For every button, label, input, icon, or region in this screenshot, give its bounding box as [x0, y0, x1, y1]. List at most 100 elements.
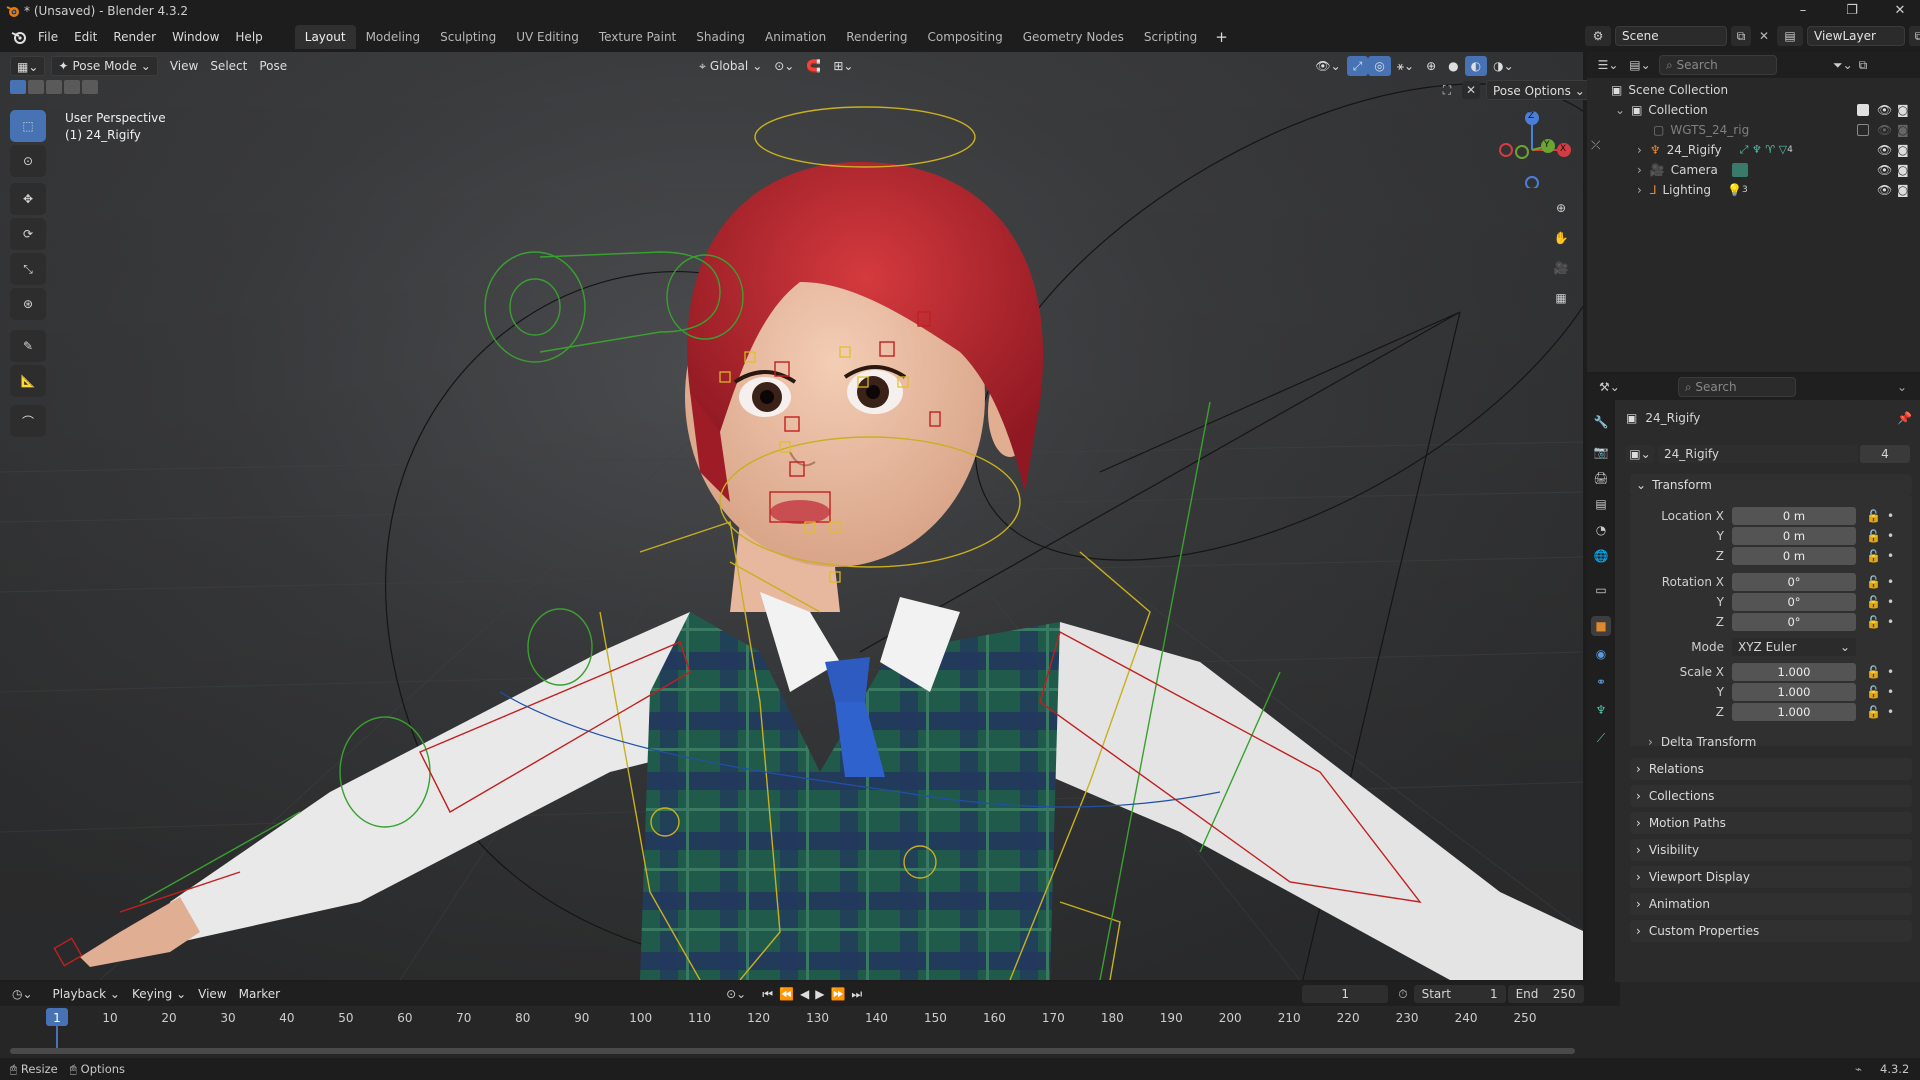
lock-icon[interactable]: 🔓	[1866, 705, 1881, 719]
outliner-sync-icon[interactable]: ⤫	[1591, 138, 1601, 153]
jump-end-icon[interactable]: ⏭	[851, 987, 862, 1002]
menu-file[interactable]: File	[30, 26, 66, 48]
rotation-z-field[interactable]: 0°	[1732, 613, 1856, 631]
zoom-icon[interactable]: ⊕	[1548, 195, 1574, 221]
chevron-down-icon[interactable]: ⌄	[1615, 103, 1625, 117]
lock-icon[interactable]: 🔓	[1866, 615, 1881, 629]
menu-pose[interactable]: Pose	[253, 56, 293, 76]
location-x-field[interactable]: 0 m	[1732, 507, 1856, 525]
keyframe-dot-icon[interactable]: •	[1887, 549, 1894, 563]
tool-tab-icon[interactable]: 🔧	[1591, 412, 1611, 432]
transform-orientation-selector[interactable]: ⌖ Global ⌄	[693, 56, 768, 76]
xray-icon[interactable]: ⚹⌄	[1391, 56, 1420, 76]
menu-timeline-view[interactable]: View	[192, 984, 232, 1004]
transform-panel-header[interactable]: ⌄ Transform	[1630, 474, 1912, 496]
render-tab-icon[interactable]: 📷	[1591, 442, 1611, 462]
mode-selector[interactable]: ✦ Pose Mode ⌄	[51, 56, 158, 76]
physics-tab-icon[interactable]: ◉	[1591, 644, 1611, 664]
add-workspace-icon[interactable]: +	[1207, 26, 1236, 48]
keyframe-dot-icon[interactable]: •	[1887, 685, 1894, 699]
navigation-gizmo[interactable]: Z X Y	[1492, 108, 1572, 190]
keyframe-dot-icon[interactable]: •	[1887, 615, 1894, 629]
camera-render-icon[interactable]: ◙	[1897, 183, 1909, 197]
snap-icon[interactable]: 🧲	[800, 56, 827, 76]
menu-view[interactable]: View	[164, 56, 204, 76]
new-scene-icon[interactable]: ⧉	[1731, 26, 1751, 46]
keyframe-dot-icon[interactable]: •	[1887, 665, 1894, 679]
scene-tab-icon[interactable]: ◔	[1591, 520, 1611, 540]
menu-select[interactable]: Select	[204, 56, 253, 76]
timeline-scrollbar[interactable]	[10, 1048, 1575, 1054]
new-collection-icon[interactable]: ⧉	[1859, 58, 1868, 73]
select-extend-icon[interactable]	[28, 80, 44, 94]
camera-render-icon[interactable]: ◙	[1897, 163, 1909, 177]
maximize-icon[interactable]: ❐	[1842, 2, 1862, 20]
display-mode-icon[interactable]: ▤⌄	[1627, 58, 1653, 72]
eye-icon[interactable]: 👁	[1877, 163, 1892, 177]
tab-compositing[interactable]: Compositing	[917, 25, 1012, 49]
outliner-search-input[interactable]: ⌕ Search	[1659, 55, 1777, 75]
outliner-item-lighting[interactable]: › ⅃ Lighting 💡 3 👁 ◙	[1587, 180, 1920, 200]
exclude-checkbox[interactable]	[1857, 104, 1869, 116]
pose-options-button[interactable]: Pose Options ⌄	[1486, 80, 1592, 100]
view-layer-tab-icon[interactable]: ▤	[1591, 494, 1611, 514]
outliner-item-scene-collection[interactable]: ▣ Scene Collection	[1587, 80, 1920, 100]
armature-data-tab-icon[interactable]: ♆	[1591, 700, 1611, 720]
tab-sculpting[interactable]: Sculpting	[430, 25, 506, 49]
filter-icon[interactable]: ⏷⌄	[1833, 58, 1853, 73]
location-y-field[interactable]: 0 m	[1732, 527, 1856, 545]
tab-shading[interactable]: Shading	[686, 25, 755, 49]
lock-icon[interactable]: 🔓	[1866, 665, 1881, 679]
shading-solid-icon[interactable]: ●	[1442, 56, 1464, 76]
cursor-tool-icon[interactable]: ⊙	[10, 145, 46, 177]
menu-playback[interactable]: Playback ⌄	[47, 984, 126, 1004]
chevron-right-icon[interactable]: ›	[1637, 163, 1642, 177]
output-tab-icon[interactable]: 🖨	[1591, 468, 1611, 488]
tab-layout[interactable]: Layout	[294, 25, 356, 49]
outliner-editor-icon[interactable]: ☰⌄	[1595, 58, 1621, 72]
menu-keying[interactable]: Keying ⌄	[126, 984, 192, 1004]
menu-help[interactable]: Help	[227, 26, 270, 48]
close-icon[interactable]: ✕	[1462, 81, 1480, 99]
user-count[interactable]: 4	[1860, 445, 1910, 463]
view-layer-selector[interactable]: ViewLayer	[1807, 26, 1905, 46]
tab-scripting[interactable]: Scripting	[1134, 25, 1207, 49]
select-mode-icons[interactable]	[10, 80, 102, 96]
rotation-mode-select[interactable]: XYZ Euler ⌄	[1732, 638, 1856, 656]
scene-selector[interactable]: Scene	[1615, 26, 1727, 46]
exclude-checkbox[interactable]	[1857, 124, 1869, 136]
visibility-icon[interactable]: 👁⌄	[1309, 56, 1346, 76]
rotation-y-field[interactable]: 0°	[1732, 593, 1856, 611]
blender-menu-icon[interactable]	[8, 26, 30, 48]
panel-relations[interactable]: › Relations	[1630, 758, 1912, 780]
outliner-item-collection[interactable]: ⌄ ▣ Collection 👁 ◙	[1587, 100, 1920, 120]
outliner-item-rigify[interactable]: › ♆ 24_Rigify ⤢ ♆ ♈ ▽ 4 👁 ◙	[1587, 140, 1920, 160]
measure-tool-icon[interactable]: 📐	[10, 365, 46, 397]
gizmo-toggle-icon[interactable]: ⤢	[1346, 56, 1369, 76]
pin-icon[interactable]: 📌	[1897, 411, 1912, 425]
shading-rendered-icon[interactable]: ◑⌄	[1487, 56, 1520, 76]
panel-collections[interactable]: › Collections	[1630, 785, 1912, 807]
camera-view-icon[interactable]: 🎥	[1548, 255, 1574, 281]
outliner-item-wgts-rig[interactable]: ▢ WGTS_24_rig 👁 ◙	[1587, 120, 1920, 140]
eye-icon[interactable]: 👁	[1877, 143, 1892, 157]
tab-modeling[interactable]: Modeling	[356, 25, 431, 49]
rotation-x-field[interactable]: 0°	[1732, 573, 1856, 591]
keyframe-dot-icon[interactable]: •	[1887, 705, 1894, 719]
pivot-icon[interactable]: ⊙⌄	[768, 56, 800, 76]
keyframe-dot-icon[interactable]: •	[1887, 595, 1894, 609]
end-frame-field[interactable]: End 250	[1507, 985, 1584, 1003]
world-tab-icon[interactable]: 🌐	[1591, 546, 1611, 566]
lock-icon[interactable]: 🔓	[1866, 549, 1881, 563]
collection-tab-icon[interactable]: ▭	[1591, 580, 1611, 600]
bone-size-tool-icon[interactable]: ⌒	[10, 405, 46, 437]
properties-editor-icon[interactable]: ⚒⌄	[1599, 380, 1620, 394]
new-view-layer-icon[interactable]: ⧉	[1909, 26, 1920, 46]
delta-transform-header[interactable]: › Delta Transform	[1648, 732, 1756, 752]
scale-x-field[interactable]: 1.000	[1732, 663, 1856, 681]
editor-type-icon[interactable]: ▦⌄	[10, 56, 46, 76]
tab-animation[interactable]: Animation	[755, 25, 836, 49]
rotate-tool-icon[interactable]: ⟳	[10, 218, 46, 250]
scene-icon[interactable]: ⚙	[1585, 26, 1611, 46]
bone-tab-icon[interactable]: ⟋	[1591, 728, 1611, 748]
